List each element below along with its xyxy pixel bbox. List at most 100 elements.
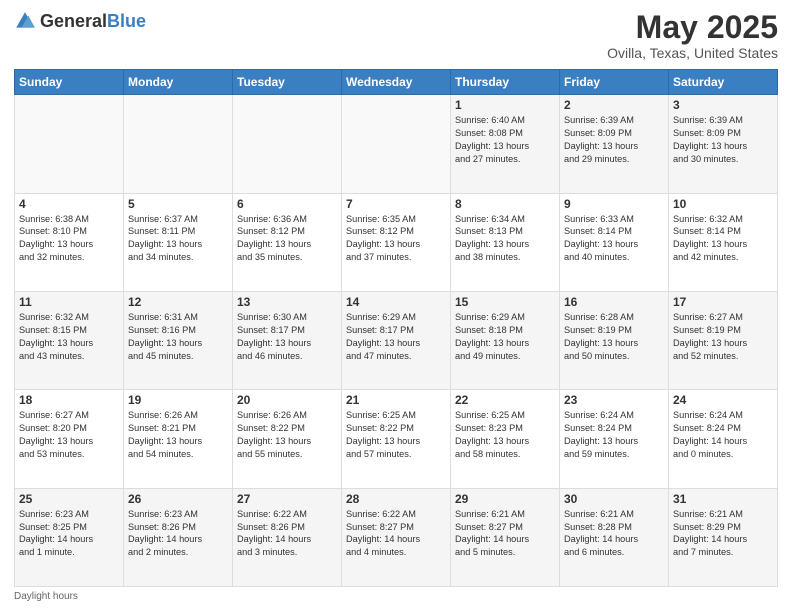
- day-info: Sunrise: 6:24 AM Sunset: 8:24 PM Dayligh…: [564, 409, 664, 461]
- day-info: Sunrise: 6:39 AM Sunset: 8:09 PM Dayligh…: [673, 114, 773, 166]
- calendar-cell: 15 Sunrise: 6:29 AM Sunset: 8:18 PM Dayli…: [451, 291, 560, 389]
- calendar-cell: 16 Sunrise: 6:28 AM Sunset: 8:19 PM Dayli…: [560, 291, 669, 389]
- calendar-cell: 2 Sunrise: 6:39 AM Sunset: 8:09 PM Daylig…: [560, 95, 669, 193]
- day-info: Sunrise: 6:21 AM Sunset: 8:27 PM Dayligh…: [455, 508, 555, 560]
- day-info: Sunrise: 6:23 AM Sunset: 8:25 PM Dayligh…: [19, 508, 119, 560]
- calendar-cell: [124, 95, 233, 193]
- month-year: May 2025: [607, 10, 778, 45]
- day-info: Sunrise: 6:21 AM Sunset: 8:29 PM Dayligh…: [673, 508, 773, 560]
- day-header-sunday: Sunday: [15, 70, 124, 95]
- day-header-saturday: Saturday: [669, 70, 778, 95]
- week-row-5: 25 Sunrise: 6:23 AM Sunset: 8:25 PM Dayli…: [15, 488, 778, 586]
- day-info: Sunrise: 6:27 AM Sunset: 8:20 PM Dayligh…: [19, 409, 119, 461]
- day-number: 22: [455, 393, 555, 407]
- calendar-cell: [342, 95, 451, 193]
- day-info: Sunrise: 6:26 AM Sunset: 8:21 PM Dayligh…: [128, 409, 228, 461]
- day-info: Sunrise: 6:37 AM Sunset: 8:11 PM Dayligh…: [128, 213, 228, 265]
- day-number: 3: [673, 98, 773, 112]
- day-info: Sunrise: 6:26 AM Sunset: 8:22 PM Dayligh…: [237, 409, 337, 461]
- day-number: 8: [455, 197, 555, 211]
- day-info: Sunrise: 6:28 AM Sunset: 8:19 PM Dayligh…: [564, 311, 664, 363]
- calendar-cell: 27 Sunrise: 6:22 AM Sunset: 8:26 PM Dayli…: [233, 488, 342, 586]
- day-number: 15: [455, 295, 555, 309]
- day-info: Sunrise: 6:39 AM Sunset: 8:09 PM Dayligh…: [564, 114, 664, 166]
- calendar-cell: 30 Sunrise: 6:21 AM Sunset: 8:28 PM Dayli…: [560, 488, 669, 586]
- day-info: Sunrise: 6:29 AM Sunset: 8:18 PM Dayligh…: [455, 311, 555, 363]
- calendar-cell: 23Sunrise: 6:24 AM Sunset: 8:24 PM Dayli…: [560, 390, 669, 488]
- calendar-cell: 7Sunrise: 6:35 AM Sunset: 8:12 PM Daylig…: [342, 193, 451, 291]
- day-info: Sunrise: 6:30 AM Sunset: 8:17 PM Dayligh…: [237, 311, 337, 363]
- header: GeneralBlue May 2025 Ovilla, Texas, Unit…: [14, 10, 778, 61]
- day-number: 9: [564, 197, 664, 211]
- calendar-cell: 26 Sunrise: 6:23 AM Sunset: 8:26 PM Dayli…: [124, 488, 233, 586]
- day-number: 16: [564, 295, 664, 309]
- calendar-cell: 4 Sunrise: 6:38 AM Sunset: 8:10 PM Daylig…: [15, 193, 124, 291]
- week-row-1: 1 Sunrise: 6:40 AM Sunset: 8:08 PM Daylig…: [15, 95, 778, 193]
- calendar-cell: 8Sunrise: 6:34 AM Sunset: 8:13 PM Daylig…: [451, 193, 560, 291]
- day-info: Sunrise: 6:33 AM Sunset: 8:14 PM Dayligh…: [564, 213, 664, 265]
- calendar-cell: 19 Sunrise: 6:26 AM Sunset: 8:21 PM Dayli…: [124, 390, 233, 488]
- calendar-cell: 1 Sunrise: 6:40 AM Sunset: 8:08 PM Daylig…: [451, 95, 560, 193]
- calendar-cell: 17 Sunrise: 6:27 AM Sunset: 8:19 PM Dayli…: [669, 291, 778, 389]
- day-info: Sunrise: 6:25 AM Sunset: 8:22 PM Dayligh…: [346, 409, 446, 461]
- day-number: 14: [346, 295, 446, 309]
- logo-text: GeneralBlue: [40, 11, 146, 32]
- calendar-cell: 11 Sunrise: 6:32 AM Sunset: 8:15 PM Dayli…: [15, 291, 124, 389]
- day-number: 6: [237, 197, 337, 211]
- footer-note: Daylight hours: [14, 591, 778, 602]
- day-info: Sunrise: 6:40 AM Sunset: 8:08 PM Dayligh…: [455, 114, 555, 166]
- day-number: 5: [128, 197, 228, 211]
- day-number: 17: [673, 295, 773, 309]
- day-info: Sunrise: 6:24 AM Sunset: 8:24 PM Dayligh…: [673, 409, 773, 461]
- calendar-cell: 6Sunrise: 6:36 AM Sunset: 8:12 PM Daylig…: [233, 193, 342, 291]
- day-number: 27: [237, 492, 337, 506]
- day-number: 24: [673, 393, 773, 407]
- day-info: Sunrise: 6:32 AM Sunset: 8:15 PM Dayligh…: [19, 311, 119, 363]
- day-number: 20: [237, 393, 337, 407]
- calendar-cell: 12 Sunrise: 6:31 AM Sunset: 8:16 PM Dayli…: [124, 291, 233, 389]
- day-header-wednesday: Wednesday: [342, 70, 451, 95]
- day-number: 11: [19, 295, 119, 309]
- day-info: Sunrise: 6:25 AM Sunset: 8:23 PM Dayligh…: [455, 409, 555, 461]
- day-info: Sunrise: 6:38 AM Sunset: 8:10 PM Dayligh…: [19, 213, 119, 265]
- header-row: SundayMondayTuesdayWednesdayThursdayFrid…: [15, 70, 778, 95]
- day-number: 12: [128, 295, 228, 309]
- calendar-header: SundayMondayTuesdayWednesdayThursdayFrid…: [15, 70, 778, 95]
- calendar-cell: 5 Sunrise: 6:37 AM Sunset: 8:11 PM Daylig…: [124, 193, 233, 291]
- page: GeneralBlue May 2025 Ovilla, Texas, Unit…: [0, 0, 792, 612]
- day-header-monday: Monday: [124, 70, 233, 95]
- header-right: May 2025 Ovilla, Texas, United States: [607, 10, 778, 61]
- day-info: Sunrise: 6:35 AM Sunset: 8:12 PM Dayligh…: [346, 213, 446, 265]
- day-info: Sunrise: 6:22 AM Sunset: 8:26 PM Dayligh…: [237, 508, 337, 560]
- day-info: Sunrise: 6:32 AM Sunset: 8:14 PM Dayligh…: [673, 213, 773, 265]
- day-number: 1: [455, 98, 555, 112]
- calendar-cell: 13Sunrise: 6:30 AM Sunset: 8:17 PM Dayli…: [233, 291, 342, 389]
- calendar-cell: 18Sunrise: 6:27 AM Sunset: 8:20 PM Dayli…: [15, 390, 124, 488]
- calendar-cell: 10Sunrise: 6:32 AM Sunset: 8:14 PM Dayli…: [669, 193, 778, 291]
- day-number: 31: [673, 492, 773, 506]
- day-info: Sunrise: 6:27 AM Sunset: 8:19 PM Dayligh…: [673, 311, 773, 363]
- day-number: 19: [128, 393, 228, 407]
- logo-blue: Blue: [107, 11, 146, 31]
- day-number: 2: [564, 98, 664, 112]
- calendar-cell: 29Sunrise: 6:21 AM Sunset: 8:27 PM Dayli…: [451, 488, 560, 586]
- daylight-hours-label: Daylight hours: [14, 591, 78, 602]
- day-number: 26: [128, 492, 228, 506]
- day-number: 25: [19, 492, 119, 506]
- calendar-cell: 24 Sunrise: 6:24 AM Sunset: 8:24 PM Dayli…: [669, 390, 778, 488]
- calendar-cell: 22 Sunrise: 6:25 AM Sunset: 8:23 PM Dayli…: [451, 390, 560, 488]
- calendar-cell: 25 Sunrise: 6:23 AM Sunset: 8:25 PM Dayli…: [15, 488, 124, 586]
- day-number: 21: [346, 393, 446, 407]
- day-info: Sunrise: 6:22 AM Sunset: 8:27 PM Dayligh…: [346, 508, 446, 560]
- day-info: Sunrise: 6:29 AM Sunset: 8:17 PM Dayligh…: [346, 311, 446, 363]
- logo-general: General: [40, 11, 107, 31]
- week-row-3: 11 Sunrise: 6:32 AM Sunset: 8:15 PM Dayli…: [15, 291, 778, 389]
- day-info: Sunrise: 6:21 AM Sunset: 8:28 PM Dayligh…: [564, 508, 664, 560]
- calendar-cell: [15, 95, 124, 193]
- day-number: 30: [564, 492, 664, 506]
- calendar-cell: 31 Sunrise: 6:21 AM Sunset: 8:29 PM Dayli…: [669, 488, 778, 586]
- day-info: Sunrise: 6:31 AM Sunset: 8:16 PM Dayligh…: [128, 311, 228, 363]
- day-info: Sunrise: 6:23 AM Sunset: 8:26 PM Dayligh…: [128, 508, 228, 560]
- location: Ovilla, Texas, United States: [607, 45, 778, 61]
- day-number: 4: [19, 197, 119, 211]
